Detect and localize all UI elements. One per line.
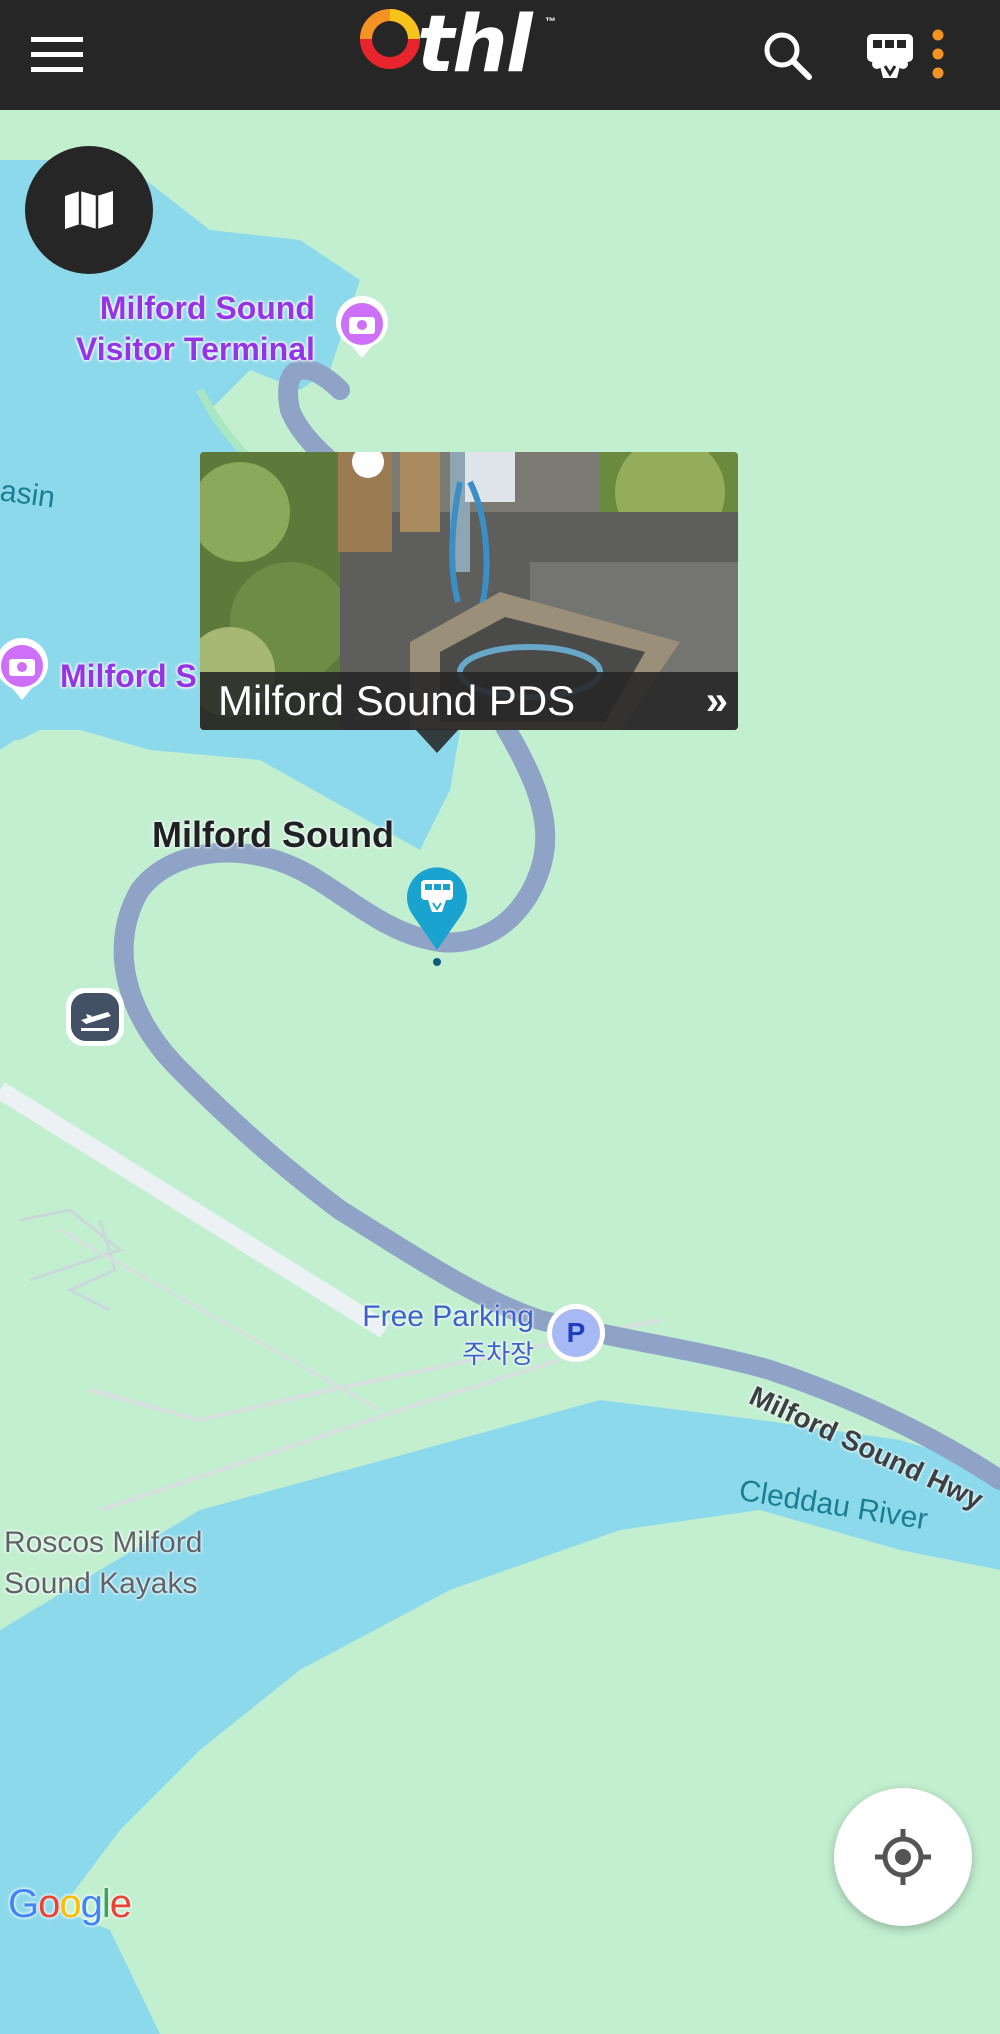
- camera-pin-icon[interactable]: [0, 638, 50, 702]
- top-app-bar: thl ™: [0, 0, 1000, 110]
- menu-button[interactable]: [22, 25, 92, 85]
- google-attribution: Google: [8, 1882, 132, 1927]
- campervan-icon: [867, 34, 913, 78]
- logo-text: thl: [417, 0, 533, 90]
- google-o1: o: [38, 1882, 60, 1926]
- map-view[interactable]: Milford Sound Visitor Terminal asin Milf…: [0, 110, 1000, 2034]
- kayaks-label[interactable]: Roscos Milford Sound Kayaks: [4, 1522, 202, 1604]
- map-layers-icon: [65, 191, 113, 229]
- search-button[interactable]: [752, 25, 822, 85]
- dump-station-marker-icon[interactable]: [400, 858, 474, 968]
- google-g1: G: [8, 1882, 39, 1926]
- logo-mark-icon: [360, 9, 420, 69]
- parking-letter: P: [552, 1309, 600, 1357]
- google-o2: o: [59, 1882, 81, 1926]
- more-vertical-icon: [932, 29, 944, 79]
- search-icon: [764, 32, 812, 80]
- hamburger-menu-icon: [31, 37, 83, 72]
- kayaks-text: Roscos Milford Sound Kayaks: [4, 1526, 203, 1600]
- airport-icon[interactable]: [64, 986, 126, 1048]
- location-popup[interactable]: Milford Sound PDS »: [200, 452, 738, 730]
- map-layers-button[interactable]: [25, 146, 153, 274]
- basin-label: asin: [0, 474, 58, 515]
- parking-korean-label: 주차장: [462, 1339, 534, 1369]
- my-location-button[interactable]: [834, 1788, 972, 1926]
- logo-trademark: ™: [545, 16, 556, 28]
- parking-pin[interactable]: P: [547, 1304, 605, 1362]
- campervan-button[interactable]: [858, 22, 922, 86]
- more-options-button[interactable]: [925, 22, 951, 86]
- popup-pointer: [415, 729, 459, 753]
- camera-pin-icon[interactable]: [334, 296, 390, 360]
- popup-caption-bar[interactable]: Milford Sound PDS »: [200, 672, 738, 730]
- chevron-double-right-icon[interactable]: »: [706, 679, 728, 724]
- google-e: e: [109, 1882, 132, 1926]
- google-l: l: [101, 1882, 111, 1926]
- my-location-icon: [875, 1829, 931, 1885]
- visitor-terminal-label[interactable]: Milford Sound Visitor Terminal: [76, 288, 315, 370]
- popup-title: Milford Sound PDS: [218, 677, 576, 724]
- google-g2: g: [80, 1882, 103, 1926]
- thl-logo[interactable]: thl ™: [355, 0, 565, 110]
- milford-s-poi-label[interactable]: Milford S: [60, 656, 197, 697]
- map-base: [0, 110, 1000, 2034]
- visitor-terminal-text: Milford Sound Visitor Terminal: [76, 290, 315, 367]
- milford-sound-place-label: Milford Sound: [152, 814, 394, 855]
- free-parking-label[interactable]: Free Parking: [330, 1300, 534, 1334]
